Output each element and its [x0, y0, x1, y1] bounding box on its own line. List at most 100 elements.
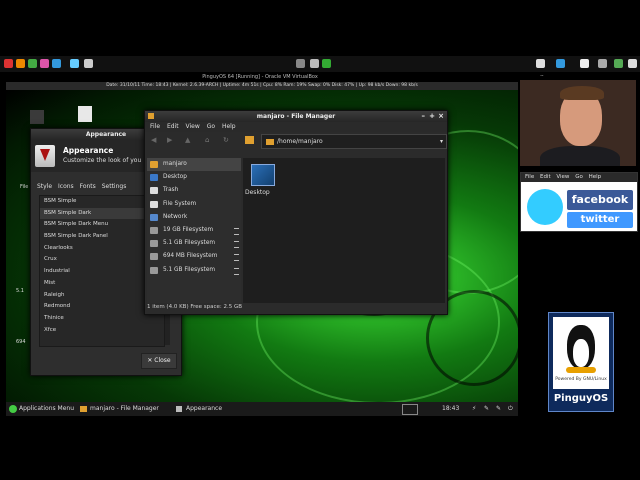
pinguyos-badge: Powered By GNU/Linux PinguyOS	[548, 312, 614, 412]
close-button[interactable]: ✕ Close	[141, 353, 177, 369]
app-icon[interactable]	[84, 59, 93, 68]
tab-fonts[interactable]: Fonts	[80, 183, 96, 190]
menu-view[interactable]: View	[186, 123, 200, 130]
menu-view[interactable]: View	[556, 174, 569, 180]
app-icon[interactable]	[40, 59, 49, 68]
app-icon[interactable]	[52, 59, 61, 68]
app-icon[interactable]	[70, 59, 79, 68]
volume-icon[interactable]: ✎	[496, 402, 501, 416]
workspace-switcher[interactable]	[402, 404, 418, 415]
tab-icons[interactable]: Icons	[58, 183, 74, 190]
menu-go[interactable]: Go	[575, 174, 583, 180]
file-manager-toolbar: ◀ ▶ ▲ ⌂ ↻ /home/manjaro ▾	[145, 132, 447, 150]
menu-file[interactable]: File	[525, 174, 534, 180]
sidebar-item[interactable]: Trash	[147, 184, 241, 197]
menu-go[interactable]: Go	[207, 123, 215, 130]
close-window-icon[interactable]: ×	[438, 111, 444, 122]
desktop-icon[interactable]	[30, 110, 44, 124]
file-manager-title: manjaro - File Manager	[256, 113, 336, 120]
folder-icon	[148, 113, 154, 119]
powered-by-label: Powered By GNU/Linux	[555, 377, 607, 382]
appearance-heading: Appearance	[63, 146, 114, 155]
back-icon[interactable]: ◀	[151, 136, 156, 144]
address-bar[interactable]: /home/manjaro ▾	[261, 134, 447, 149]
facebook-logo[interactable]: facebook	[567, 190, 633, 210]
tray-icon[interactable]	[580, 59, 589, 68]
sidebar-item[interactable]: Desktop	[147, 171, 241, 184]
tab-settings[interactable]: Settings	[102, 183, 127, 190]
minimize-icon[interactable]: –	[422, 111, 426, 122]
task-file-manager[interactable]: manjaro - File Manager	[90, 402, 159, 416]
eject-icon[interactable]	[234, 267, 239, 275]
network-icon[interactable]: ✎	[484, 402, 489, 416]
desktop-folder-icon[interactable]	[251, 164, 275, 186]
sidebar-item[interactable]: 19 GB Filesystem	[147, 224, 241, 237]
menu-edit[interactable]: Edit	[167, 123, 179, 130]
appearance-task-icon	[176, 406, 182, 412]
sidebar-item[interactable]: manjaro	[147, 158, 241, 172]
settings-icon[interactable]: ⚡	[472, 402, 476, 416]
taskbar: Applications Menu manjaro - File Manager…	[6, 402, 518, 416]
eject-icon[interactable]	[234, 227, 239, 235]
chevron-down-icon[interactable]: ▾	[440, 135, 443, 148]
sidebar-item-label: 19 GB Filesystem	[163, 226, 214, 233]
place-icon	[150, 266, 158, 274]
tray-icon[interactable]	[628, 59, 637, 68]
applications-menu-button[interactable]: Applications Menu	[19, 402, 74, 416]
sidebar-item[interactable]: 694 MB Filesystem	[147, 250, 241, 263]
tux-card: Powered By GNU/Linux	[553, 317, 609, 389]
file-manager-window: manjaro - File Manager – + × File Edit V…	[144, 110, 448, 315]
conky-status-bar: Date: 31/10/11 Time: 18:43 | Kernel: 2.6…	[6, 82, 518, 90]
tab-style[interactable]: Style	[37, 183, 52, 190]
folder-icon	[266, 138, 274, 145]
power-icon[interactable]: ⏻	[508, 402, 513, 416]
tray-icon[interactable]	[556, 59, 565, 68]
sidebar-item[interactable]: 5.1 GB Filesystem	[147, 237, 241, 250]
file-view[interactable]: Desktop	[243, 158, 445, 303]
desktop-icon[interactable]	[78, 106, 92, 122]
place-icon	[150, 213, 158, 221]
tray-icon[interactable]	[598, 59, 607, 68]
menu-file[interactable]: File	[150, 123, 160, 130]
maximize-icon[interactable]: +	[429, 111, 435, 122]
file-manager-menubar: File Edit View Go Help	[145, 122, 447, 132]
places-sidebar: manjaro Desktop Trash File System Network 19 …	[147, 158, 241, 303]
reload-icon[interactable]: ↻	[223, 136, 229, 144]
folder-icon[interactable]	[245, 136, 254, 144]
tray-icon[interactable]	[322, 59, 331, 68]
place-icon	[150, 240, 158, 248]
sidebar-item[interactable]: Network	[147, 211, 241, 224]
tray-icon[interactable]	[310, 59, 319, 68]
sidebar-item-label: manjaro	[163, 161, 187, 167]
file-manager-titlebar[interactable]: manjaro - File Manager – + ×	[145, 111, 447, 122]
file-item-label[interactable]: Desktop	[245, 189, 270, 196]
place-icon	[150, 174, 158, 182]
up-icon[interactable]: ▲	[185, 136, 190, 144]
eject-icon[interactable]	[234, 241, 239, 249]
menu-help[interactable]: Help	[222, 123, 236, 130]
desktop-label: 694	[16, 339, 26, 345]
forward-icon[interactable]: ▶	[167, 136, 172, 144]
applications-menu-icon[interactable]	[9, 405, 17, 413]
presenter-hair	[560, 86, 604, 100]
task-appearance[interactable]: Appearance	[186, 402, 222, 416]
sidebar-item[interactable]: File System	[147, 198, 241, 211]
tray-icon[interactable]	[614, 59, 623, 68]
eject-icon[interactable]	[234, 254, 239, 262]
sidebar-item[interactable]: 5.1 GB Filesystem	[147, 264, 241, 277]
home-icon[interactable]: ⌂	[205, 136, 209, 144]
app-icon[interactable]	[16, 59, 25, 68]
clock[interactable]: 18:43	[442, 402, 459, 416]
theme-item[interactable]: Xfce	[40, 325, 164, 337]
address-path: /home/manjaro	[277, 138, 323, 145]
tray-icon[interactable]	[296, 59, 305, 68]
app-icon[interactable]	[4, 59, 13, 68]
place-icon	[150, 253, 158, 261]
app-icon[interactable]	[28, 59, 37, 68]
twitter-logo[interactable]: twitter	[567, 212, 633, 228]
menu-help[interactable]: Help	[589, 174, 602, 180]
webcam-overlay	[520, 80, 636, 166]
menu-edit[interactable]: Edit	[540, 174, 551, 180]
tray-icon[interactable]	[536, 59, 545, 68]
place-icon	[150, 200, 158, 208]
